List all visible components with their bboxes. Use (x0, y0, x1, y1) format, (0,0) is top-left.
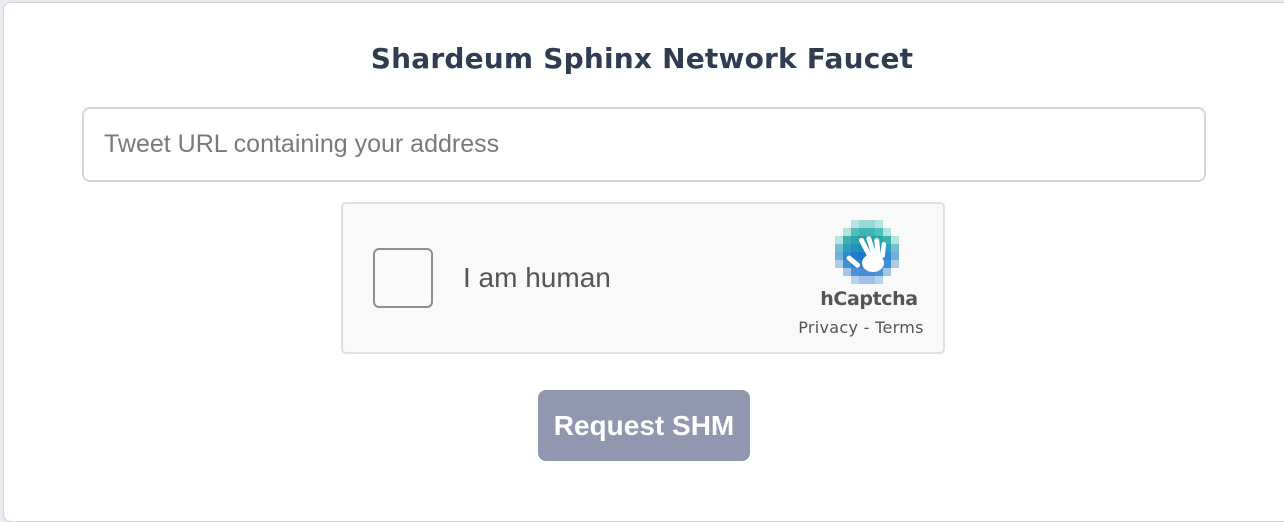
captcha-checkbox[interactable] (373, 248, 433, 308)
request-shm-button[interactable]: Request SHM (538, 390, 750, 461)
captcha-links: Privacy - Terms (791, 318, 931, 337)
hcaptcha-widget: I am human hCaptcha Privacy - Terms (341, 202, 945, 354)
captcha-label: I am human (463, 262, 611, 293)
tweet-url-input[interactable] (82, 107, 1206, 182)
privacy-link[interactable]: Privacy (798, 318, 858, 337)
page-title: Shardeum Sphinx Network Faucet (370, 42, 914, 75)
hcaptcha-brand: hCaptcha (820, 288, 918, 310)
links-separator: - (863, 318, 870, 337)
terms-link[interactable]: Terms (875, 318, 924, 337)
hcaptcha-logo-icon (835, 220, 899, 284)
